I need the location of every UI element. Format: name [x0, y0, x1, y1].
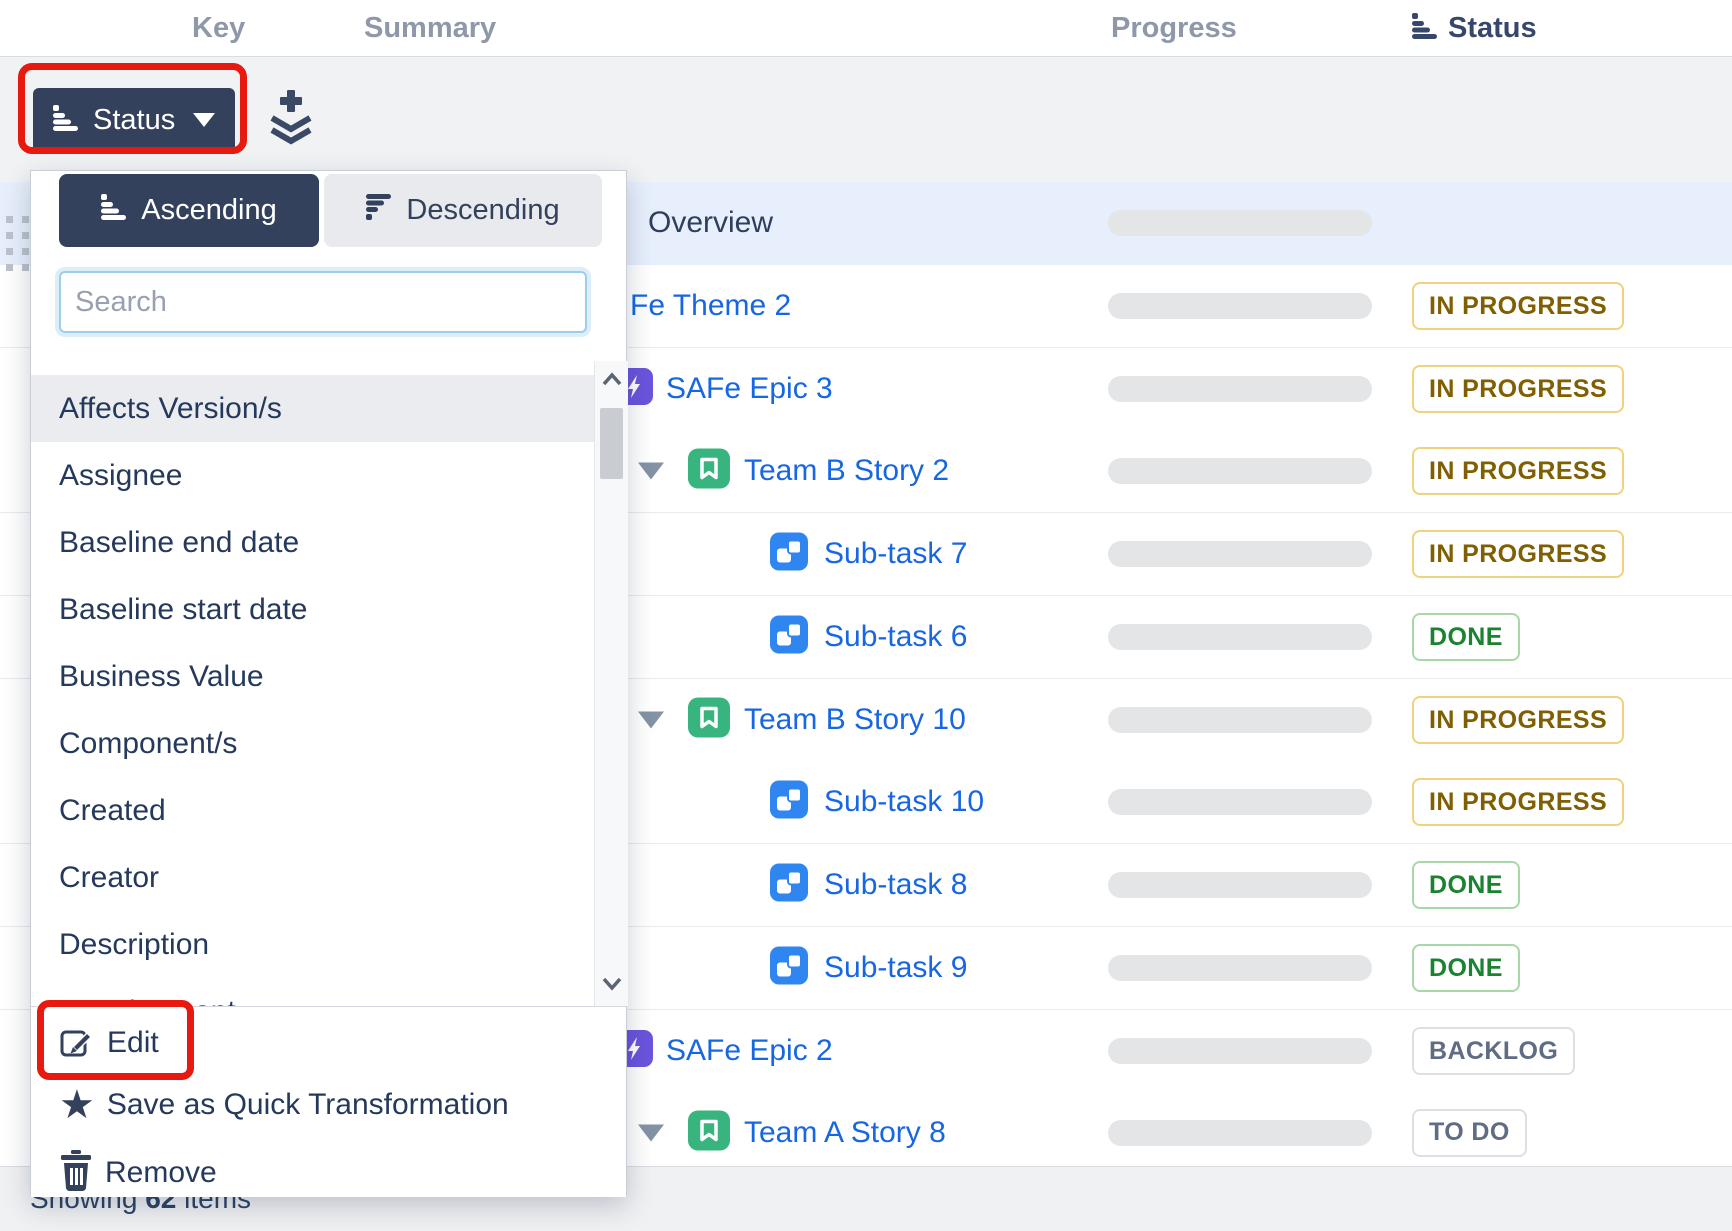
edit-icon	[59, 1023, 95, 1064]
subtask-icon	[770, 781, 808, 824]
remove-label: Remove	[105, 1156, 217, 1190]
table-header-row: Key Summary Progress Status	[0, 0, 1732, 57]
field-option[interactable]: Baseline end date	[31, 509, 594, 576]
column-header-summary[interactable]: Summary	[364, 0, 496, 56]
story-icon	[688, 698, 730, 743]
progress-bar	[1108, 1120, 1372, 1146]
column-header-progress[interactable]: Progress	[1111, 0, 1237, 56]
collapse-expander-icon[interactable]	[638, 712, 664, 729]
progress-bar	[1108, 789, 1372, 815]
sort-button-label: Status	[93, 104, 175, 137]
progress-bar	[1108, 541, 1372, 567]
row-title[interactable]: Overview	[648, 206, 773, 240]
subtask-icon	[770, 616, 808, 659]
ascending-label: Ascending	[141, 194, 276, 227]
row-title[interactable]: Team B Story 2	[744, 454, 949, 488]
row-title[interactable]: Sub-task 9	[824, 951, 967, 985]
row-drag-handle[interactable]	[6, 216, 29, 271]
save-as-quick-transformation-menu-item[interactable]: ★ Save as Quick Transformation	[59, 1085, 509, 1125]
column-header-key[interactable]: Key	[192, 0, 245, 56]
row-title[interactable]: Sub-task 7	[824, 537, 967, 571]
row-title[interactable]: SAFe Epic 2	[666, 1034, 833, 1068]
progress-bar	[1108, 872, 1372, 898]
scrollbar-thumb[interactable]	[600, 408, 623, 479]
sort-by-status-button[interactable]: Status	[33, 88, 235, 152]
sort-ascending-icon	[1412, 13, 1438, 44]
status-badge: IN PROGRESS	[1412, 530, 1624, 578]
status-badge: IN PROGRESS	[1412, 365, 1624, 413]
trash-icon	[59, 1150, 93, 1197]
edit-menu-item[interactable]: Edit	[59, 1023, 159, 1063]
scroll-up-icon[interactable]	[599, 367, 625, 393]
row-title[interactable]: Sub-task 6	[824, 620, 967, 654]
progress-bar	[1108, 376, 1372, 402]
status-badge: DONE	[1412, 613, 1520, 661]
row-title[interactable]: Sub-task 10	[824, 785, 984, 819]
column-header-status-label: Status	[1448, 12, 1537, 45]
row-title[interactable]: SAFe Epic 3	[666, 372, 833, 406]
transformation-toolbar: Status	[0, 57, 1732, 182]
scroll-down-icon[interactable]	[599, 971, 625, 997]
progress-bar	[1108, 1038, 1372, 1064]
sort-descending-icon	[366, 194, 392, 228]
field-option[interactable]: Component/s	[31, 710, 594, 777]
progress-bar	[1108, 707, 1372, 733]
field-option[interactable]: Development	[31, 978, 594, 1006]
field-option[interactable]: Affects Version/s	[31, 375, 594, 442]
collapse-expander-icon[interactable]	[638, 1124, 664, 1141]
progress-bar	[1108, 955, 1372, 981]
sort-ascending-icon	[53, 105, 79, 136]
status-badge: IN PROGRESS	[1412, 447, 1624, 495]
ascending-button[interactable]: Ascending	[59, 174, 319, 247]
subtask-icon	[770, 864, 808, 907]
edit-label: Edit	[107, 1026, 159, 1060]
field-option-list: Affects Version/s Assignee Baseline end …	[31, 361, 594, 1006]
popup-actions: Edit ★ Save as Quick Transformation	[31, 1007, 626, 1197]
progress-bar	[1108, 210, 1372, 236]
progress-bar	[1108, 624, 1372, 650]
descending-label: Descending	[406, 194, 559, 227]
progress-bar	[1108, 293, 1372, 319]
status-badge: IN PROGRESS	[1412, 696, 1624, 744]
status-badge: BACKLOG	[1412, 1027, 1575, 1075]
sort-transformation-popup: Ascending Descending Affects Version/s A…	[30, 170, 627, 1196]
row-title[interactable]: Team B Story 10	[744, 703, 966, 737]
save-as-quick-transformation-label: Save as Quick Transformation	[107, 1088, 509, 1122]
field-search-input[interactable]	[59, 271, 587, 333]
progress-bar	[1108, 458, 1372, 484]
status-badge: DONE	[1412, 944, 1520, 992]
field-option[interactable]: Assignee	[31, 442, 594, 509]
status-badge: IN PROGRESS	[1412, 282, 1624, 330]
collapse-expander-icon[interactable]	[638, 463, 664, 480]
field-option[interactable]: Business Value	[31, 643, 594, 710]
star-icon: ★	[59, 1087, 95, 1123]
status-badge: IN PROGRESS	[1412, 778, 1624, 826]
structure-board-screen: Key Summary Progress Status	[0, 0, 1732, 1231]
field-option[interactable]: Baseline start date	[31, 576, 594, 643]
row-title[interactable]: Sub-task 8	[824, 868, 967, 902]
status-badge: DONE	[1412, 861, 1520, 909]
status-badge: TO DO	[1412, 1109, 1527, 1157]
row-title[interactable]: Team A Story 8	[744, 1116, 946, 1150]
field-option[interactable]: Creator	[31, 844, 594, 911]
column-header-status[interactable]: Status	[1412, 0, 1537, 56]
story-icon	[688, 1110, 730, 1155]
subtask-icon	[770, 947, 808, 990]
field-list-scrollbar[interactable]	[594, 361, 628, 1006]
story-icon	[688, 449, 730, 494]
add-sort-level-button[interactable]	[266, 90, 316, 148]
sort-ascending-icon	[101, 194, 127, 228]
field-option[interactable]: Created	[31, 777, 594, 844]
remove-menu-item[interactable]: Remove	[59, 1153, 217, 1193]
chevron-down-icon	[193, 113, 215, 127]
descending-button[interactable]: Descending	[324, 174, 602, 247]
row-title[interactable]: Fe Theme 2	[630, 289, 791, 323]
subtask-icon	[770, 533, 808, 576]
field-option[interactable]: Description	[31, 911, 594, 978]
